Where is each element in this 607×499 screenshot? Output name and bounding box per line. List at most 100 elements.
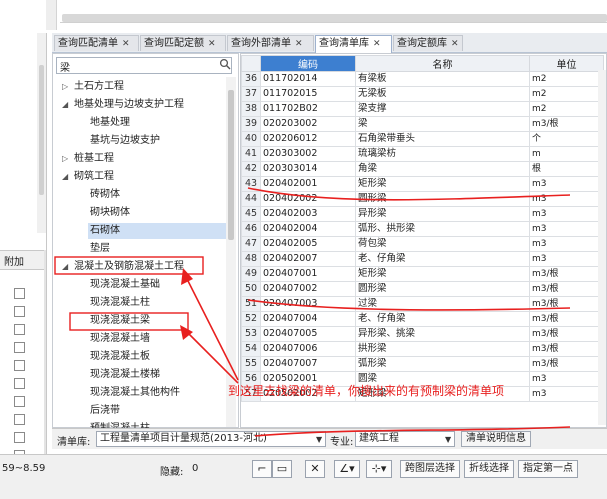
table-row[interactable]: 53 020407005 异形梁、挑梁 m3/根 (241, 326, 604, 342)
upper-horizontal-scrollbar[interactable] (62, 14, 607, 22)
row-unit[interactable]: 个 (529, 131, 604, 147)
table-row[interactable]: 39 020203002 梁 m3/根 (241, 116, 604, 132)
cross-layer-select-button[interactable]: 跨图层选择 (400, 460, 460, 478)
row-name[interactable]: 琉璃梁枋 (355, 146, 530, 162)
collapse-arrow-icon[interactable]: ◢ (62, 169, 68, 185)
row-unit[interactable]: 根 (529, 161, 604, 177)
header-code[interactable]: 编码 (260, 55, 356, 72)
tree-item[interactable]: 砌筑工程 (74, 169, 114, 185)
table-row[interactable]: 44 020402002 圆形梁 m3 (241, 191, 604, 207)
library-chevron-down-icon[interactable]: ▼ (316, 435, 322, 444)
tree-item[interactable]: 现浇混凝土墙 (90, 331, 150, 347)
tree-item[interactable]: 砖砌体 (90, 187, 120, 203)
specialty-chevron-down-icon[interactable]: ▼ (445, 435, 451, 444)
tab-3[interactable]: 查询外部清单 ✕ (227, 35, 314, 51)
row-checkbox[interactable] (14, 324, 25, 335)
tree-item[interactable]: 现浇混凝土基础 (90, 277, 160, 293)
row-code[interactable]: 020407003 (260, 296, 356, 312)
row-name[interactable]: 无梁板 (355, 86, 530, 102)
table-row[interactable]: 38 011702B02 梁支撑 m2 (241, 101, 604, 117)
row-name[interactable]: 老、仔角梁 (355, 311, 530, 327)
row-checkbox[interactable] (14, 342, 25, 353)
tree-item[interactable]: 石砌体 (88, 223, 226, 239)
row-name[interactable]: 梁支撑 (355, 101, 530, 117)
row-unit[interactable]: m3 (529, 251, 604, 267)
row-code[interactable]: 020407007 (260, 356, 356, 372)
row-code[interactable]: 020407001 (260, 266, 356, 282)
row-name[interactable]: 拱形梁 (355, 341, 530, 357)
row-code[interactable]: 020402004 (260, 221, 356, 237)
search-input-value[interactable]: 梁 (60, 59, 70, 74)
rectangle-select-icon[interactable]: ▭ (272, 460, 292, 478)
table-row[interactable]: 47 020402005 荷包梁 m3 (241, 236, 604, 252)
select-mode-icon[interactable]: ⌐ (252, 460, 272, 478)
row-checkbox[interactable] (14, 378, 25, 389)
row-unit[interactable]: m2 (529, 101, 604, 117)
tree-item[interactable]: 现浇混凝土柱 (90, 295, 150, 311)
table-row[interactable]: 36 011702014 有梁板 m2 (241, 71, 604, 87)
row-name[interactable]: 弧形、拱形梁 (355, 221, 530, 237)
table-row[interactable]: 51 020407003 过梁 m3/根 (241, 296, 604, 312)
tree-item[interactable]: 桩基工程 (74, 151, 114, 167)
specialty-select[interactable]: 建筑工程 (355, 431, 455, 447)
table-row[interactable]: 48 020402007 老、仔角梁 m3 (241, 251, 604, 267)
row-unit[interactable]: m3 (529, 206, 604, 222)
tree-item[interactable]: 地基处理 (90, 115, 130, 131)
specify-first-point-button[interactable]: 指定第一点 (518, 460, 578, 478)
tree-item[interactable]: 现浇混凝土其他构件 (90, 385, 180, 401)
expand-arrow-icon[interactable]: ▷ (62, 151, 68, 167)
row-code[interactable]: 020206012 (260, 131, 356, 147)
row-code[interactable]: 020303014 (260, 161, 356, 177)
tree-item[interactable]: 后浇带 (90, 403, 120, 419)
table-row[interactable]: 50 020407002 圆形梁 m3/根 (241, 281, 604, 297)
row-code[interactable]: 020407002 (260, 281, 356, 297)
tree-item[interactable]: 现浇混凝土板 (90, 349, 150, 365)
row-unit[interactable]: m3/根 (529, 116, 604, 132)
row-unit[interactable]: m3/根 (529, 356, 604, 372)
table-row[interactable]: 45 020402003 异形梁 m3 (241, 206, 604, 222)
row-code[interactable]: 020407005 (260, 326, 356, 342)
table-row[interactable]: 46 020402004 弧形、拱形梁 m3 (241, 221, 604, 237)
row-checkbox[interactable] (14, 396, 25, 407)
table-row[interactable]: 55 020407007 弧形梁 m3/根 (241, 356, 604, 372)
row-unit[interactable]: m (529, 146, 604, 162)
tree-item[interactable]: 土石方工程 (74, 79, 124, 95)
collapse-arrow-icon[interactable]: ◢ (62, 97, 68, 113)
row-unit[interactable]: m2 (529, 71, 604, 87)
table-row[interactable]: 42 020303014 角梁根 (241, 161, 604, 177)
row-name[interactable]: 过梁 (355, 296, 530, 312)
collapse-arrow-icon[interactable]: ◢ (62, 259, 68, 275)
row-code[interactable]: 020203002 (260, 116, 356, 132)
tab-5[interactable]: 查询定额库 ✕ (393, 35, 463, 51)
row-code[interactable]: 020402007 (260, 251, 356, 267)
table-row[interactable]: 54 020407006 拱形梁 m3/根 (241, 341, 604, 357)
row-unit[interactable]: m3/根 (529, 311, 604, 327)
row-code[interactable]: 020402005 (260, 236, 356, 252)
row-checkbox[interactable] (14, 432, 25, 443)
row-code[interactable]: 020402003 (260, 206, 356, 222)
angle-tool-icon[interactable]: ∠▾ (334, 460, 360, 478)
table-row[interactable]: 40 020206012 石角梁带垂头个 (241, 131, 604, 147)
snap-tool-icon[interactable]: ⊹▾ (366, 460, 392, 478)
table-row[interactable]: 41 020303002 琉璃梁枋 m (241, 146, 604, 162)
row-unit[interactable]: m3 (529, 176, 604, 192)
tab-4[interactable]: 查询清单库 ✕ (315, 35, 392, 53)
tree-item[interactable]: 现浇混凝土梁 (90, 313, 150, 329)
row-name[interactable]: 异形梁、挑梁 (355, 326, 530, 342)
search-icon[interactable] (219, 58, 231, 72)
left-panel-scrollbar-thumb[interactable] (39, 65, 44, 195)
cross-select-icon[interactable]: ✕ (305, 460, 325, 478)
left-grid-scrollbar[interactable] (44, 250, 46, 462)
row-code[interactable]: 011702014 (260, 71, 356, 87)
search-input[interactable] (56, 57, 232, 74)
tree-item[interactable]: 基坑与边坡支护 (90, 133, 160, 149)
row-unit[interactable]: m3/根 (529, 266, 604, 282)
library-select[interactable]: 工程量清单项目计量规范(2013-河北) (96, 431, 326, 447)
row-code[interactable]: 011702015 (260, 86, 356, 102)
expand-arrow-icon[interactable]: ▷ (62, 79, 68, 95)
row-code[interactable]: 020303002 (260, 146, 356, 162)
upper-left-scrollbar[interactable] (46, 0, 57, 30)
row-checkbox[interactable] (14, 414, 25, 425)
row-name[interactable]: 老、仔角梁 (355, 251, 530, 267)
bill-description-button[interactable]: 清单说明信息 (461, 431, 531, 447)
